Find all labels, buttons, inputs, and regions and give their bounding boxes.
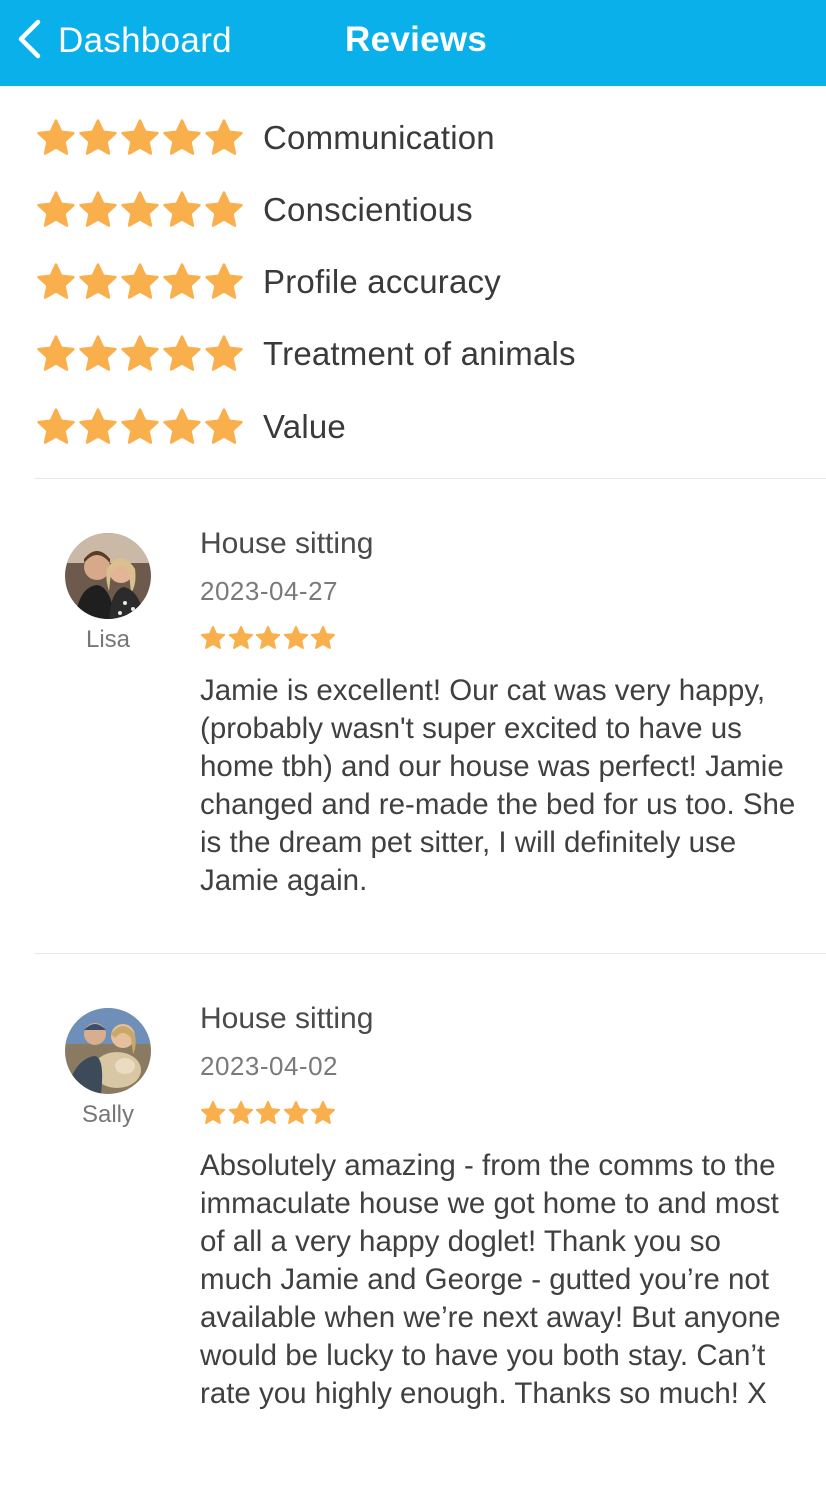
star-icon (163, 263, 201, 299)
avatar[interactable] (65, 1008, 151, 1094)
review-type: House sitting (200, 527, 374, 560)
rating-label: Value (263, 408, 346, 445)
review-star-rating (200, 1100, 338, 1126)
back-button[interactable]: Dashboard (14, 14, 232, 68)
star-icon (121, 408, 159, 444)
rating-label: Treatment of animals (263, 335, 576, 372)
star-icon (79, 263, 117, 299)
review-star-rating (200, 625, 338, 651)
star-icon (163, 119, 201, 155)
star-icon (163, 408, 201, 444)
star-icon (79, 408, 117, 444)
star-icon (255, 1100, 281, 1124)
rating-summary: Communication Conscientious Profile accu… (0, 86, 826, 478)
star-rating (36, 407, 246, 447)
review-type: House sitting (200, 1002, 374, 1035)
star-rating (36, 334, 246, 374)
star-icon (228, 1100, 253, 1124)
star-icon (79, 335, 117, 371)
star-icon (121, 263, 159, 299)
star-icon (200, 1100, 226, 1124)
avatar[interactable] (65, 533, 151, 619)
star-icon (255, 625, 281, 649)
nav-bar: Dashboard Reviews (0, 0, 826, 86)
rating-row-communication: Communication (36, 108, 495, 168)
star-icon (121, 335, 159, 371)
rating-label: Profile accuracy (263, 263, 501, 300)
rating-label: Communication (263, 119, 495, 156)
review-text: Jamie is excellent! Our cat was very hap… (200, 674, 796, 897)
star-icon (37, 119, 75, 155)
star-rating (36, 190, 246, 230)
review-text: Absolutely amazing - from the comms to t… (200, 1149, 781, 1410)
divider (34, 478, 826, 479)
star-icon (205, 263, 243, 299)
divider (34, 953, 826, 954)
page-title: Reviews (345, 20, 488, 59)
reviewer-name: Lisa (85, 626, 131, 653)
rating-row-conscientious: Conscientious (36, 180, 473, 240)
chevron-left-icon (14, 18, 44, 65)
star-icon (205, 335, 243, 371)
star-icon (228, 625, 253, 649)
star-icon (37, 335, 75, 371)
star-icon (163, 191, 201, 227)
star-icon (79, 191, 117, 227)
star-icon (205, 191, 243, 227)
review-date: 2023-04-02 (200, 1051, 338, 1081)
star-icon (283, 1100, 308, 1124)
star-icon (79, 119, 117, 155)
star-icon (37, 408, 75, 444)
star-rating (36, 262, 246, 302)
back-button-label: Dashboard (58, 21, 232, 60)
star-icon (205, 408, 243, 444)
rating-label: Conscientious (263, 191, 473, 228)
star-icon (121, 191, 159, 227)
star-icon (37, 191, 75, 227)
reviewer-name: Sally (81, 1101, 135, 1128)
star-icon (310, 625, 336, 649)
star-icon (163, 335, 201, 371)
star-icon (121, 119, 159, 155)
rating-row-profile-accuracy: Profile accuracy (36, 252, 501, 312)
star-icon (310, 1100, 336, 1124)
star-icon (205, 119, 243, 155)
rating-row-treatment-of-animals: Treatment of animals (36, 324, 576, 384)
star-icon (283, 625, 308, 649)
rating-row-value: Value (36, 397, 346, 457)
star-icon (200, 625, 226, 649)
star-rating (36, 118, 246, 158)
star-icon (37, 263, 75, 299)
review-date: 2023-04-27 (200, 576, 338, 606)
